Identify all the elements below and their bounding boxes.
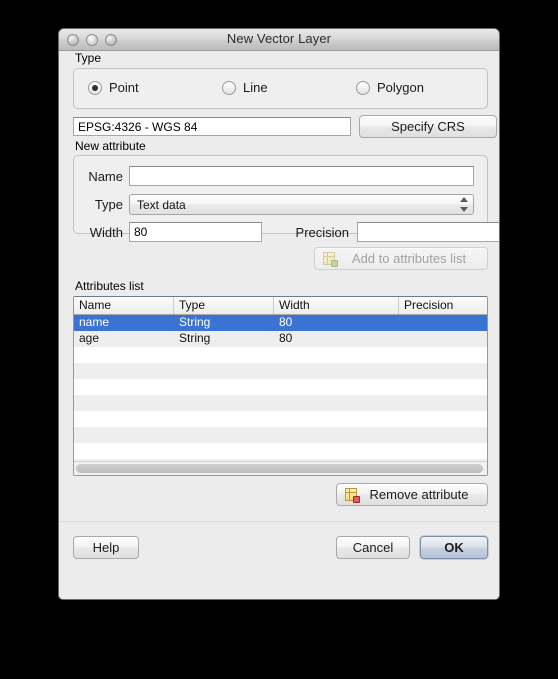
name-input[interactable] [129,166,474,186]
add-to-attributes-list-label: Add to attributes list [351,251,467,266]
window-title: New Vector Layer [226,31,332,46]
precision-field-label: Precision [295,225,349,240]
type-field-label: Type [94,197,123,212]
horizontal-scrollbar-thumb[interactable] [76,464,483,473]
width-input[interactable]: 80 [129,222,262,242]
column-header-precision[interactable]: Precision [399,297,487,314]
cell-precision [399,315,487,331]
specify-crs-button[interactable]: Specify CRS [359,115,497,138]
table-row-empty [74,347,487,363]
crs-input[interactable]: EPSG:4326 - WGS 84 [73,117,351,136]
cell-width: 80 [279,315,293,329]
column-header-type[interactable]: Type [174,297,274,314]
column-header-name[interactable]: Name [74,297,174,314]
cell-precision [399,331,487,347]
help-button[interactable]: Help [73,536,139,559]
table-row-empty [74,475,487,476]
title-bar[interactable]: New Vector Layer [59,29,499,51]
table-row-empty [74,427,487,443]
geometry-type-group: Point Line Polygon [73,68,488,109]
precision-input[interactable] [357,222,499,242]
table-row[interactable]: name String 80 [74,315,487,331]
new-vector-layer-dialog: New Vector Layer Type Point Line Polygon… [58,28,500,600]
cell-name: name [79,315,110,329]
attribute-type-select[interactable]: Text data [129,194,474,215]
table-row-empty [74,379,487,395]
attribute-type-value: Text data [137,198,186,212]
attributes-list-label: Attributes list [75,279,144,293]
radio-line[interactable]: Line [222,80,268,95]
cancel-button[interactable]: Cancel [336,536,410,559]
remove-attribute-button[interactable]: Remove attribute [336,483,488,506]
radio-polygon-indicator [356,80,370,95]
width-field-label: Width [89,225,123,240]
radio-point-label: Point [109,80,139,95]
column-header-width[interactable]: Width [274,297,399,314]
radio-point-indicator [88,80,102,95]
table-row-empty [74,363,487,379]
radio-polygon-label: Polygon [377,80,424,95]
horizontal-scrollbar[interactable] [74,461,487,475]
dialog-body: Type Point Line Polygon EPSG:4326 - WGS … [59,51,499,599]
new-attribute-group-label: New attribute [75,139,146,153]
radio-point[interactable]: Point [88,80,139,95]
footer-divider [59,521,499,522]
radio-polygon[interactable]: Polygon [356,80,424,95]
add-to-attributes-list-button[interactable]: Add to attributes list [314,247,488,270]
remove-table-row-icon [345,488,360,503]
name-field-label: Name [88,169,123,184]
table-header-row: Name Type Width Precision [74,297,487,315]
remove-attribute-label: Remove attribute [369,487,469,502]
table-row[interactable]: age String 80 [74,331,487,347]
cell-type: String [179,331,211,345]
type-group-label: Type [75,51,102,65]
cell-name: age [79,331,100,345]
attributes-list-table[interactable]: Name Type Width Precision name String 80… [73,296,488,476]
radio-line-label: Line [243,80,268,95]
cell-type: String [179,315,211,329]
stepper-arrows-icon [458,197,469,212]
table-row-empty [74,443,487,459]
radio-line-indicator [222,80,236,95]
ok-button[interactable]: OK [420,536,488,559]
cell-width: 80 [279,331,293,345]
table-row-empty [74,411,487,427]
add-table-row-icon [323,252,338,267]
table-row-empty [74,395,487,411]
